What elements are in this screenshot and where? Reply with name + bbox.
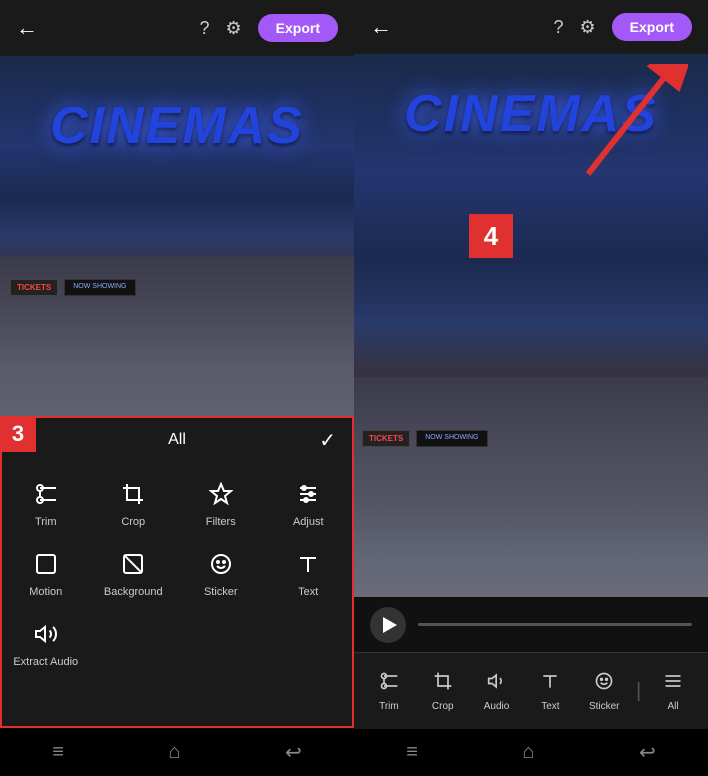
sticker-icon [209, 552, 233, 580]
tool-motion[interactable]: Motion [2, 540, 90, 610]
tool-text[interactable]: Text [265, 540, 353, 610]
right-video-signs: TICKETS NOW SHOWING [362, 430, 488, 447]
tool-filters[interactable]: Filters [177, 470, 265, 540]
left-top-bar-left: ← [16, 15, 38, 41]
right-bottom-nav: ≡ ⌂ ↩ [354, 729, 708, 776]
tool-crop[interactable]: Crop [90, 470, 178, 540]
right-nav-menu-icon[interactable]: ≡ [406, 741, 418, 764]
help-icon[interactable]: ? [200, 18, 210, 39]
right-top-bar-left: ← [370, 14, 392, 40]
filters-label: Filters [206, 516, 236, 528]
motion-icon [34, 552, 58, 580]
timeline-bar[interactable] [418, 623, 692, 626]
right-top-bar-icons: ? ⚙ Export [554, 13, 693, 41]
now-showing-sign: NOW SHOWING [64, 279, 135, 296]
play-button[interactable] [370, 607, 406, 643]
extract-audio-label: Extract Audio [13, 656, 78, 668]
red-arrow-svg [568, 64, 688, 184]
tool-background[interactable]: Background [90, 540, 178, 610]
tool-adjust[interactable]: Adjust [265, 470, 353, 540]
toolbar-text[interactable]: Text [528, 671, 572, 712]
text-label: Text [298, 586, 318, 598]
toolbar-text-label: Text [541, 701, 559, 712]
toolbar-all-icon [663, 671, 683, 697]
trim-icon [34, 482, 58, 510]
trim-label: Trim [35, 516, 57, 528]
left-bottom-nav: ≡ ⌂ ↩ [0, 728, 354, 776]
right-video-lower [354, 377, 708, 597]
tickets-sign: TICKETS [10, 279, 58, 296]
left-top-bar: ← ? ⚙ Export [0, 0, 354, 56]
right-tickets-sign: TICKETS [362, 430, 410, 447]
right-back-icon[interactable]: ← [370, 14, 392, 40]
right-bottom-toolbar: Trim Crop Audio [354, 652, 708, 730]
filters-icon [209, 482, 233, 510]
right-video-preview: 4 CINEMAS TICKETS NOW SHOWING [354, 54, 708, 597]
export-button[interactable]: Export [258, 14, 338, 42]
right-top-bar: ← ? ⚙ Export [354, 0, 708, 54]
left-video-signs: TICKETS NOW SHOWING [10, 279, 136, 296]
left-nav-menu-icon[interactable]: ≡ [52, 741, 64, 764]
toolbar-crop-icon [433, 671, 453, 697]
right-now-showing-sign: NOW SHOWING [416, 430, 487, 447]
background-icon [121, 552, 145, 580]
left-cinemas-text: CINEMAS [50, 96, 304, 156]
left-top-bar-icons: ? ⚙ Export [200, 14, 339, 42]
left-nav-home-icon[interactable]: ⌂ [168, 741, 180, 764]
toolbar-sticker-icon [594, 671, 614, 697]
toolbar-text-icon [540, 671, 560, 697]
settings-icon[interactable]: ⚙ [226, 18, 242, 39]
step-badge-3: 3 [0, 416, 36, 452]
right-help-icon[interactable]: ? [554, 17, 564, 38]
check-icon[interactable]: ✓ [319, 428, 336, 453]
toolbar-sticker[interactable]: Sticker [582, 671, 626, 712]
adjust-label: Adjust [293, 516, 324, 528]
crop-icon [121, 482, 145, 510]
tool-sticker[interactable]: Sticker [177, 540, 265, 610]
toolbar-trim-label: Trim [379, 701, 399, 712]
toolbar-divider: | [636, 680, 641, 703]
toolbar-audio-label: Audio [484, 701, 510, 712]
adjust-icon [296, 482, 320, 510]
play-triangle-icon [383, 617, 397, 633]
right-panel: ← ? ⚙ Export 4 CINEMAS TICKETS NOW SHOWI [354, 0, 708, 776]
toolbar-audio-icon [487, 671, 507, 697]
toolbar-crop-label: Crop [432, 701, 454, 712]
step-badge-4: 4 [469, 214, 513, 258]
back-icon[interactable]: ← [16, 15, 38, 41]
background-label: Background [104, 586, 163, 598]
toolbar-trim-icon [379, 671, 399, 697]
tools-grid: Trim Crop Filters [2, 462, 352, 688]
tools-header: All ✓ [2, 418, 352, 462]
left-panel: ← ? ⚙ Export CINEMAS TICKETS NOW SHOWING… [0, 0, 354, 776]
toolbar-all[interactable]: All [651, 671, 695, 712]
tool-extract-audio[interactable]: Extract Audio [2, 610, 90, 680]
text-icon [296, 552, 320, 580]
tool-trim[interactable]: Trim [2, 470, 90, 540]
left-nav-back-icon[interactable]: ↩ [285, 740, 302, 765]
crop-label: Crop [121, 516, 145, 528]
toolbar-all-label: All [668, 701, 679, 712]
left-video-bg: CINEMAS TICKETS NOW SHOWING [0, 56, 354, 416]
tools-panel: 3 All ✓ Trim [0, 416, 354, 728]
tools-header-title: All [168, 431, 186, 449]
toolbar-trim[interactable]: Trim [367, 671, 411, 712]
right-export-button[interactable]: Export [612, 13, 692, 41]
sticker-label: Sticker [204, 586, 238, 598]
extract-audio-icon [34, 622, 58, 650]
play-bar [354, 597, 708, 651]
right-settings-icon[interactable]: ⚙ [580, 17, 596, 38]
left-video-preview: CINEMAS TICKETS NOW SHOWING [0, 56, 354, 416]
right-nav-back-icon[interactable]: ↩ [639, 740, 656, 765]
motion-label: Motion [29, 586, 62, 598]
toolbar-audio[interactable]: Audio [475, 671, 519, 712]
toolbar-sticker-label: Sticker [589, 701, 620, 712]
toolbar-crop[interactable]: Crop [421, 671, 465, 712]
right-nav-home-icon[interactable]: ⌂ [522, 741, 534, 764]
